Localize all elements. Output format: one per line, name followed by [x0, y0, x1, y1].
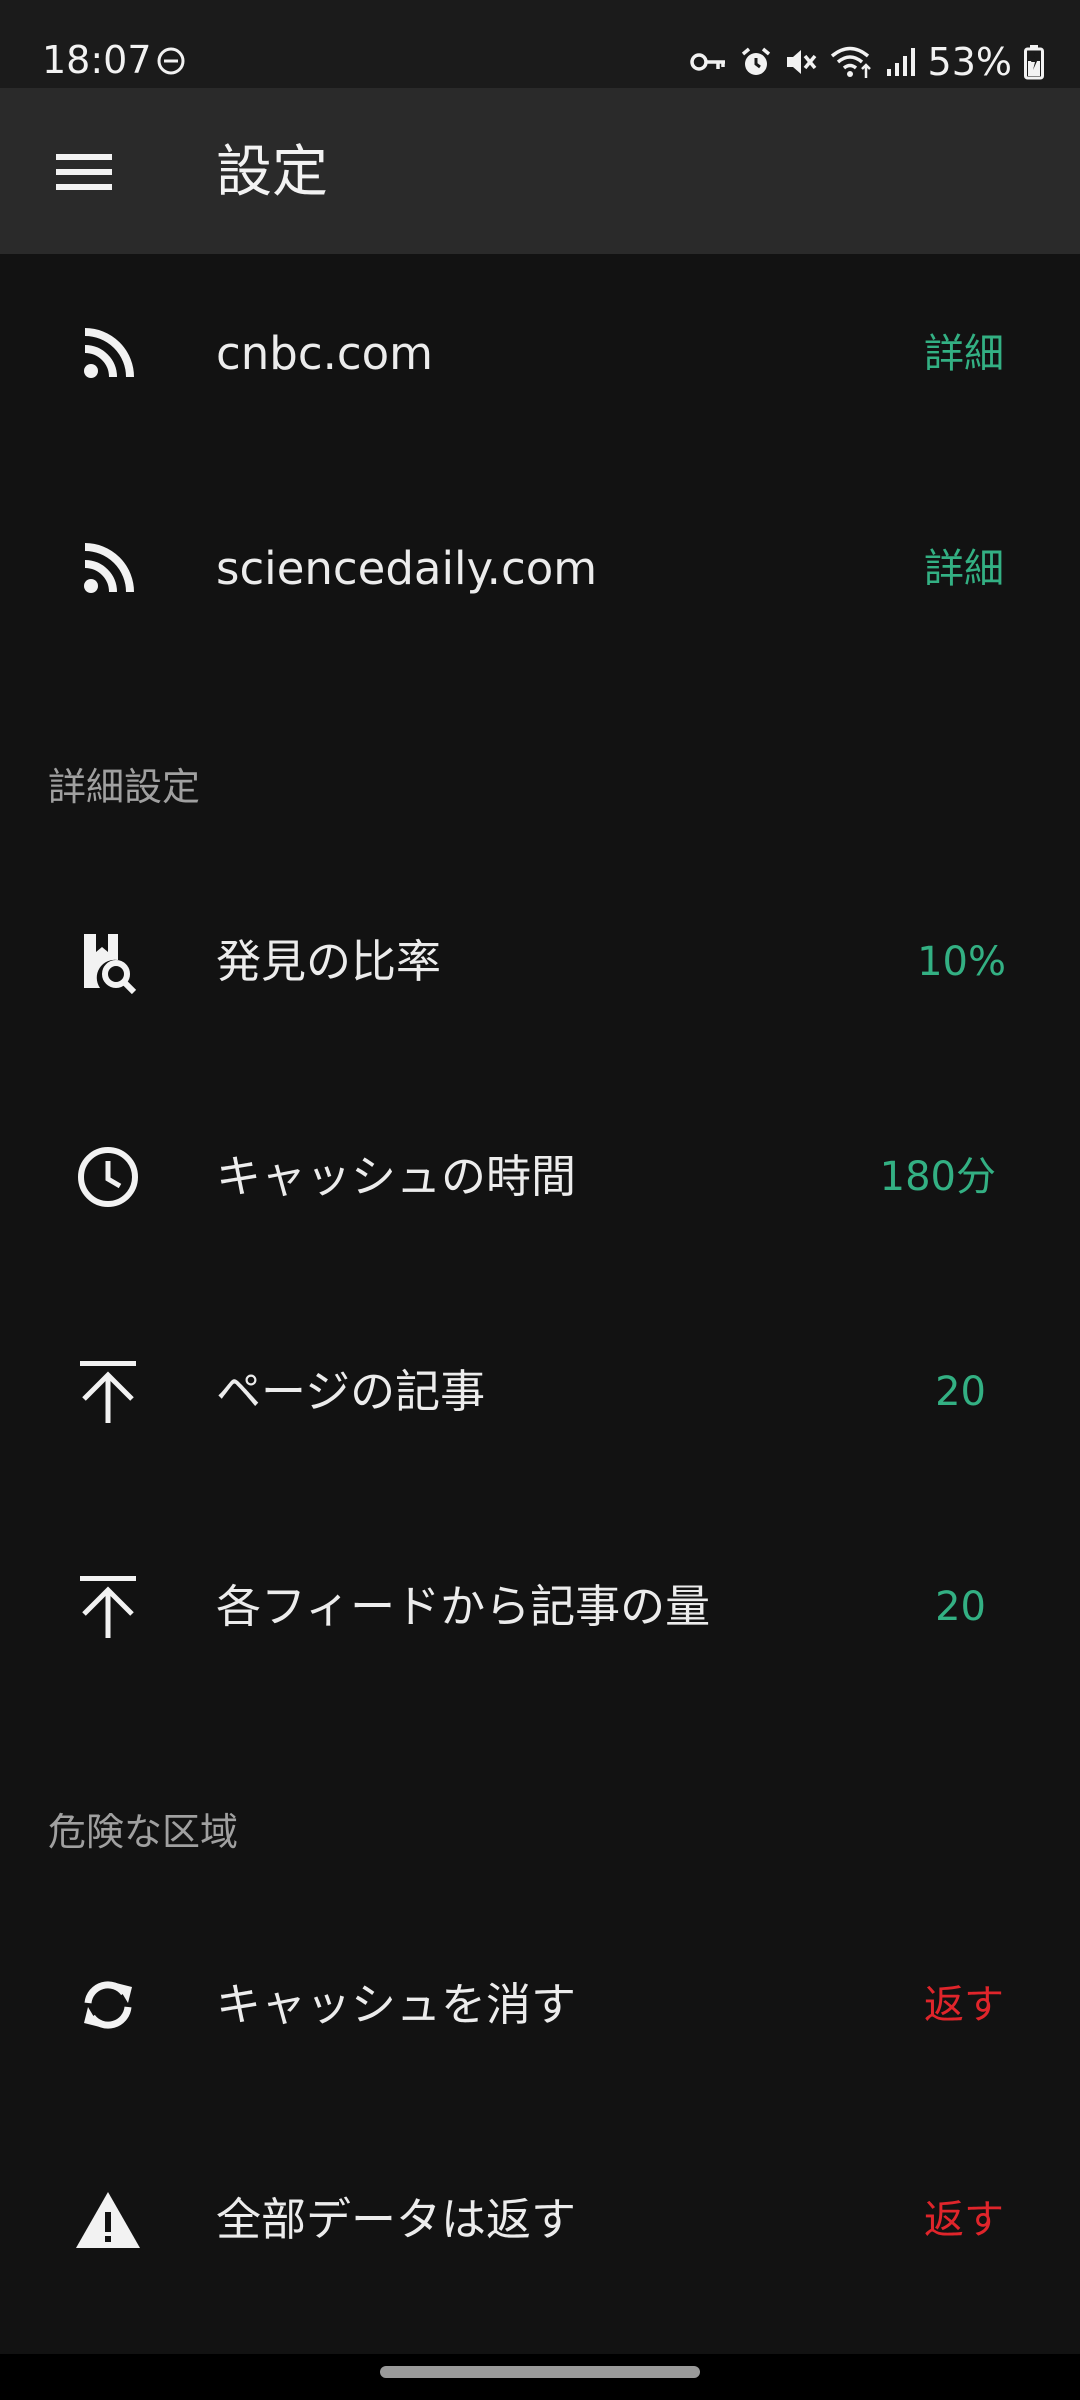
battery-icon: [1024, 45, 1044, 80]
setting-label: 発見の比率: [216, 935, 442, 988]
setting-label: 全部データは返す: [216, 2193, 577, 2246]
do-not-disturb-icon: [157, 47, 185, 75]
setting-clear-cache[interactable]: キャッシュを消す 返す: [0, 1905, 1080, 2105]
setting-articles-per-page[interactable]: ページの記事 20: [0, 1292, 1080, 1492]
vpn-key-icon: [689, 53, 725, 71]
discovery-search-icon: [72, 926, 144, 998]
feed-row-sciencedaily[interactable]: sciencedaily.com 詳細: [0, 469, 1080, 669]
status-icons: 53%: [689, 38, 1044, 86]
setting-label: キャッシュの時間: [216, 1150, 577, 1203]
status-bar: 18:07 53%: [0, 0, 1080, 88]
wifi-icon: [830, 46, 871, 78]
setting-cache-time[interactable]: キャッシュの時間 180分: [0, 1077, 1080, 1277]
setting-value: 20: [935, 1584, 986, 1630]
feed-details-button[interactable]: 詳細: [924, 326, 1004, 382]
reset-button[interactable]: 返す: [924, 2192, 1004, 2248]
setting-value: 10%: [917, 939, 1006, 985]
feed-name: cnbc.com: [216, 327, 433, 380]
section-header-advanced: 詳細設定: [48, 765, 201, 809]
feed-name: sciencedaily.com: [216, 542, 598, 595]
feed-row-cnbc[interactable]: cnbc.com 詳細: [0, 254, 1080, 454]
setting-discovery-ratio[interactable]: 発見の比率 10%: [0, 862, 1080, 1062]
warning-icon: [72, 2184, 144, 2256]
setting-value: 180分: [879, 1154, 996, 1200]
arrow-up-bar-icon: [72, 1571, 144, 1643]
alarm-icon: [741, 47, 770, 75]
navigation-bar: [0, 2354, 1080, 2400]
setting-articles-per-feed[interactable]: 各フィードから記事の量 20: [0, 1507, 1080, 1707]
clock-icon: [72, 1141, 144, 1213]
status-time: 18:07: [42, 38, 152, 82]
sync-icon: [72, 1969, 144, 2041]
setting-label: 各フィードから記事の量: [216, 1580, 711, 1633]
battery-percent: 53%: [927, 40, 1012, 84]
mute-icon: [786, 50, 816, 74]
reset-button[interactable]: 返す: [924, 1977, 1004, 2033]
setting-label: キャッシュを消す: [216, 1978, 577, 2031]
signal-icon: [886, 48, 915, 76]
arrow-up-bar-icon: [72, 1356, 144, 1428]
section-header-danger: 危険な区域: [48, 1810, 239, 1854]
home-indicator[interactable]: [380, 2366, 700, 2378]
page-title: 設定: [216, 140, 328, 205]
rss-icon: [72, 533, 144, 605]
setting-reset-all-data[interactable]: 全部データは返す 返す: [0, 2120, 1080, 2320]
menu-button[interactable]: [36, 130, 132, 214]
setting-value: 20: [935, 1369, 986, 1415]
hamburger-menu-icon: [56, 154, 112, 190]
feed-details-button[interactable]: 詳細: [924, 541, 1004, 597]
rss-icon: [72, 318, 144, 390]
setting-label: ページの記事: [216, 1365, 486, 1418]
app-bar: 設定: [0, 88, 1080, 254]
